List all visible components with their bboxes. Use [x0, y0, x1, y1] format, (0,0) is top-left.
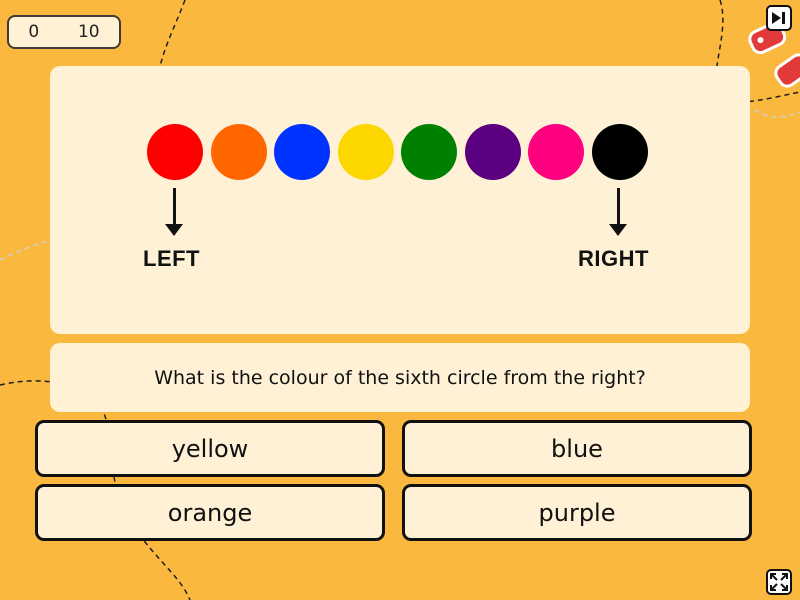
score-current: 0 [28, 22, 40, 42]
score-counter: 0 10 [7, 15, 121, 49]
left-arrow-shaft [173, 188, 176, 226]
answer-button-4[interactable]: purple [402, 484, 752, 541]
score-total: 10 [77, 22, 100, 42]
circle-yellow [337, 124, 394, 180]
left-arrow-icon [165, 224, 183, 236]
circle-red [147, 124, 203, 180]
circle-purple [464, 124, 521, 180]
answer-button-2[interactable]: blue [402, 420, 752, 477]
circles-panel: LEFT RIGHT [50, 66, 750, 334]
skip-forward-icon [772, 12, 785, 24]
skip-button[interactable] [766, 5, 792, 31]
answer-button-3[interactable]: orange [35, 484, 385, 541]
fullscreen-button[interactable] [766, 569, 792, 595]
circle-black [591, 124, 648, 180]
right-arrow-icon [609, 224, 627, 236]
circle-green [401, 124, 457, 180]
answer-button-1[interactable]: yellow [35, 420, 385, 477]
right-label: RIGHT [578, 246, 649, 271]
right-arrow-shaft [617, 188, 620, 226]
question-text: What is the colour of the sixth circle f… [50, 343, 750, 412]
color-circles-row [50, 66, 750, 334]
left-label: LEFT [143, 246, 200, 271]
circle-pink [528, 124, 584, 180]
circle-blue [274, 124, 330, 180]
circle-orange [210, 124, 267, 180]
fullscreen-icon [770, 573, 788, 591]
